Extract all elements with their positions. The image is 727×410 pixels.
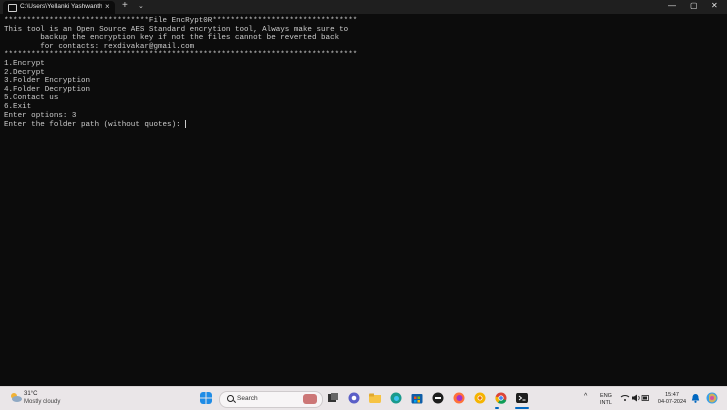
clock-date: 04-07-2024 [657,398,687,405]
entered-option: Enter options: 3 [4,111,77,120]
dell-icon[interactable] [432,392,444,404]
terminal-tab[interactable]: C:\Users\Yellanki Yashwanth\I × [3,1,115,14]
keyboard-layout: INTL [600,399,612,406]
terminal-tab-icon [8,4,17,12]
taskbar-search-box[interactable]: Search [219,391,323,408]
text-cursor [185,120,187,129]
tab-dropdown-icon[interactable]: ⌄ [138,2,144,10]
new-tab-button[interactable]: + [122,0,128,11]
start-icon[interactable] [200,392,212,404]
terminal-line: backup the encryption key if not the fil… [4,34,340,43]
weather-condition[interactable]: Mostly cloudy [24,399,60,405]
network-volume-battery-icons[interactable] [620,393,650,403]
weather-temperature[interactable]: 31°C [24,391,37,397]
menu-option-contact: 5.Contact us [4,94,59,103]
language-indicator[interactable]: ENG INTL [599,393,613,406]
search-highlight-icon [303,394,317,404]
copilot-icon[interactable] [706,392,718,404]
terminal-line: for contacts: rexdivakar@gmail.com [4,42,195,51]
prompt-line[interactable]: Enter the folder path (without quotes): [4,120,724,130]
clock[interactable]: 15:47 04-07-2024 [655,392,689,405]
chrome-icon[interactable] [495,392,507,404]
task-view-icon[interactable] [327,392,339,404]
notification-bell-icon[interactable] [691,392,700,404]
menu-option-exit: 6.Exit [4,102,32,111]
folder-path-prompt: Enter the folder path (without quotes): [4,121,186,130]
chrome-canary-icon[interactable] [474,392,486,404]
minimize-button[interactable]: — [668,1,676,10]
menu-option-folder-decryption: 4.Folder Decryption [4,85,91,94]
taskbar: 31°C Mostly cloudy Search ^ ENG INTL 15:… [0,386,727,410]
terminal-icon[interactable] [516,392,528,404]
terminal-line: ********************************File Enc… [4,17,358,25]
terminal-line: This tool is an Open Source AES Standard… [4,25,349,34]
search-label: Search [237,395,258,402]
close-button[interactable]: ✕ [711,1,718,10]
firefox-icon[interactable] [453,392,465,404]
maximize-button[interactable]: ▢ [690,1,698,10]
title-bar: C:\Users\Yellanki Yashwanth\I × + ⌄ — ▢ … [0,0,727,14]
terminal-output[interactable]: ********************************File Enc… [4,17,724,377]
terminal-line: ****************************************… [4,51,358,60]
chat-icon[interactable] [348,392,360,404]
edge-icon[interactable] [390,392,402,404]
search-icon [227,395,234,402]
tab-close-icon[interactable]: × [105,2,110,11]
tab-title: C:\Users\Yellanki Yashwanth\I [20,3,102,10]
file-explorer-icon[interactable] [369,392,381,404]
menu-option-encrypt: 1.Encrypt [4,59,45,68]
menu-option-folder-encryption: 3.Folder Encryption [4,77,91,86]
weather-cloud-icon[interactable] [9,392,23,402]
microsoft-store-icon[interactable] [411,392,423,404]
language-code: ENG [600,393,612,399]
menu-option-decrypt: 2.Decrypt [4,68,45,77]
tray-overflow-icon[interactable]: ^ [584,393,587,400]
